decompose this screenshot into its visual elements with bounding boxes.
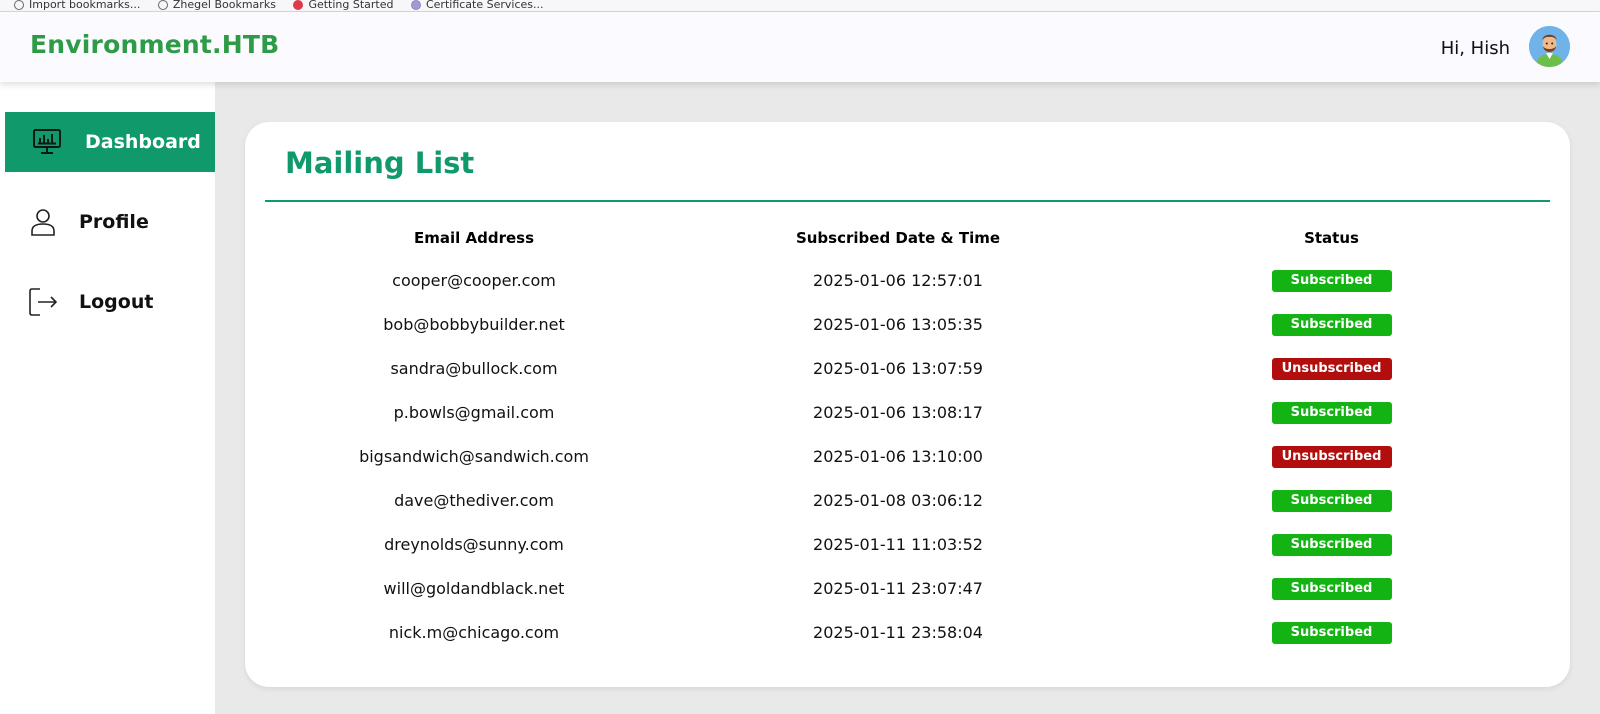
table-row: p.bowls@gmail.com 2025-01-06 13:08:17 Subs… [265,390,1550,434]
column-header-email: Email Address [413,229,534,247]
sidebar-item-profile[interactable]: Profile [5,192,215,252]
status-cell: Subscribed [1113,478,1550,522]
status-badge: Subscribed [1271,401,1392,424]
date-cell: 2025-01-11 11:03:52 [813,534,983,554]
brand-logo[interactable]: Environment.HTB [30,30,279,59]
page-icon [14,0,24,10]
bookmark-import[interactable]: Import bookmarks... [14,0,140,10]
status-badge: Subscribed [1271,313,1392,336]
status-badge: Subscribed [1271,621,1392,644]
logout-icon [25,284,61,320]
status-cell: Subscribed [1113,566,1550,610]
email-cell: bob@bobbybuilder.net [383,314,565,334]
date-cell: 2025-01-06 12:57:01 [813,270,983,290]
status-badge: Unsubscribed [1271,357,1392,380]
sidebar-item-label: Profile [79,211,149,233]
bookmark-folder[interactable]: Zhegel Bookmarks [157,0,276,11]
status-badge: Subscribed [1271,577,1392,600]
table-row: dave@thediver.com 2025-01-08 03:06:12 Subs… [265,478,1550,522]
table-row: dreynolds@sunny.com 2025-01-11 11:03:52 Su… [265,522,1550,566]
bookmark-label: Zhegel Bookmarks [172,0,276,11]
mailing-list-card: Mailing List Email Address Subscribed Da… [245,122,1570,687]
bookmark-label: Getting Started [308,0,394,11]
page-title: Mailing List [285,146,475,180]
email-cell: dave@thediver.com [394,490,554,510]
date-cell: 2025-01-06 13:08:17 [813,402,983,422]
status-cell: Unsubscribed [1113,346,1550,390]
status-cell: Subscribed [1113,522,1550,566]
bookmark-certificate[interactable]: Certificate Services... [410,0,544,11]
user-greeting: Hi, Hish [1440,38,1510,59]
email-cell: cooper@cooper.com [392,270,556,290]
status-cell: Subscribed [1113,258,1550,302]
sidebar-item-label: Logout [79,291,154,313]
status-badge: Unsubscribed [1271,445,1392,468]
column-header-status: Status [1304,229,1359,247]
top-bar: Environment.HTB Hi, Hish [0,12,1600,82]
table-row: will@goldandblack.net 2025-01-11 23:07:47… [265,566,1550,610]
bookmarks-toolbar: Import bookmarks... Zhegel Bookmarks Get… [0,0,1600,12]
folder-icon [157,0,168,10]
status-cell: Subscribed [1113,390,1550,434]
table-row: bigsandwich@sandwich.com 2025-01-06 13:10… [265,434,1550,478]
sidebar-item-logout[interactable]: Logout [5,272,215,332]
date-cell: 2025-01-06 13:07:59 [813,358,983,378]
table-row: nick.m@chicago.com 2025-01-11 23:58:04 Sub… [265,610,1550,654]
mailing-list-table: Email Address Subscribed Date & Time Sta… [265,218,1550,654]
status-badge: Subscribed [1271,489,1392,512]
email-cell: nick.m@chicago.com [388,622,560,642]
email-cell: dreynolds@sunny.com [384,534,564,554]
firefox-icon [293,0,304,10]
bookmark-label: Certificate Services... [425,0,544,11]
status-cell: Unsubscribed [1113,434,1550,478]
date-cell: 2025-01-06 13:10:00 [813,446,983,466]
table-row: sandra@bullock.com 2025-01-06 13:07:59 Uns… [265,346,1550,390]
date-cell: 2025-01-11 23:07:47 [813,578,983,598]
table-row: bob@bobbybuilder.net 2025-01-06 13:05:35 S… [265,302,1550,346]
email-cell: p.bowls@gmail.com [393,402,555,422]
table-header-row: Email Address Subscribed Date & Time Sta… [265,218,1550,258]
sidebar-item-dashboard[interactable]: Dashboard [5,112,215,172]
status-badge: Subscribed [1271,533,1392,556]
bookmark-getting-started[interactable]: Getting Started [293,0,393,10]
status-cell: Subscribed [1113,610,1550,654]
shield-icon [410,0,421,10]
date-cell: 2025-01-08 03:06:12 [813,490,983,510]
sidebar: Dashboard Profile Logout [0,82,215,714]
email-cell: will@goldandblack.net [383,578,565,598]
monitor-chart-icon [29,124,65,160]
column-header-date: Subscribed Date & Time [795,229,1001,247]
email-cell: bigsandwich@sandwich.com [359,446,589,466]
date-cell: 2025-01-11 23:58:04 [813,622,983,642]
date-cell: 2025-01-06 13:05:35 [813,314,983,334]
sidebar-item-label: Dashboard [85,131,201,153]
email-cell: sandra@bullock.com [390,358,558,378]
status-badge: Subscribed [1271,269,1392,292]
table-row: cooper@cooper.com 2025-01-06 12:57:01 Subs… [265,258,1550,302]
bookmark-label: Import bookmarks... [29,0,141,11]
user-avatar[interactable] [1529,26,1570,67]
user-icon [25,204,61,240]
status-cell: Subscribed [1113,302,1550,346]
title-divider [265,200,1550,202]
